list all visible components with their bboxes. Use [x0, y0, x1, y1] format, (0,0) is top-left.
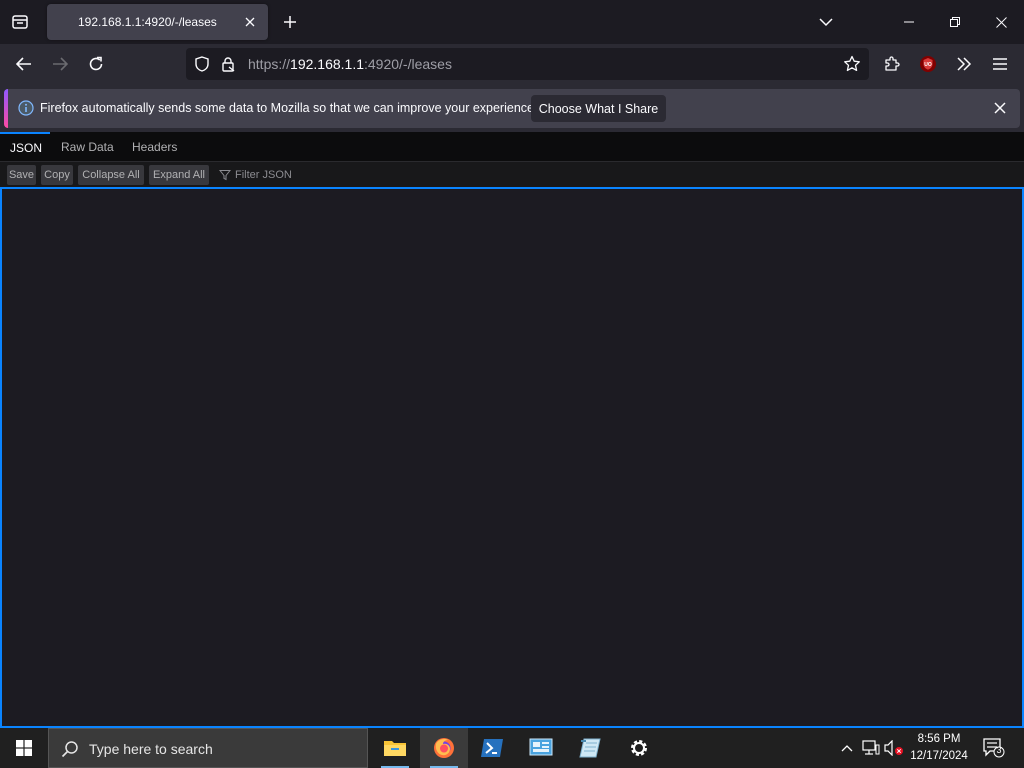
expand-all-button[interactable]: Expand All: [149, 165, 209, 185]
tab-title: 192.168.1.1:4920/-/leases: [78, 15, 217, 29]
taskbar-powershell[interactable]: [468, 728, 516, 768]
notification-accent: [4, 89, 8, 128]
powershell-icon: [481, 739, 503, 757]
url-text[interactable]: https://192.168.1.1:4920/-/leases: [248, 56, 452, 72]
show-hidden-icons-button[interactable]: [837, 738, 857, 758]
info-icon: [18, 100, 34, 116]
gear-icon: [631, 740, 647, 756]
minimize-icon: [904, 21, 914, 23]
choose-what-i-share-button[interactable]: Choose What I Share: [531, 95, 666, 122]
start-button[interactable]: [0, 728, 48, 768]
forward-button[interactable]: [44, 48, 76, 80]
tab-active[interactable]: 192.168.1.1:4920/-/leases: [47, 4, 268, 40]
taskbar-clock[interactable]: 8:56 PM 12/17/2024: [906, 731, 972, 765]
plus-icon: [284, 16, 296, 28]
url-bar[interactable]: https://192.168.1.1:4920/-/leases: [186, 48, 869, 80]
url-host: 192.168.1.1: [290, 56, 364, 72]
notification-close-button[interactable]: [988, 96, 1012, 120]
bookmark-star-icon[interactable]: [843, 55, 861, 73]
search-placeholder: Type here to search: [89, 741, 213, 757]
new-tab-button[interactable]: [276, 8, 304, 36]
reload-icon: [89, 56, 103, 71]
hamburger-menu-icon: [993, 58, 1007, 70]
filter-json-placeholder: Filter JSON: [235, 169, 292, 181]
taskbar-search-box[interactable]: Type here to search: [48, 728, 368, 768]
list-all-tabs-button[interactable]: [812, 8, 840, 36]
filter-json-input[interactable]: Filter JSON: [219, 165, 292, 185]
notification-area: Firefox automatically sends some data to…: [0, 85, 1024, 132]
app-menu-button[interactable]: [984, 48, 1016, 80]
notification-message: Firefox automatically sends some data to…: [40, 101, 538, 115]
arrow-left-icon: [16, 57, 31, 71]
clock-time: 8:56 PM: [917, 733, 961, 745]
chevron-up-icon: [841, 745, 853, 752]
tracking-protection-shield-icon[interactable]: [194, 56, 210, 72]
notepad-icon: [579, 738, 601, 758]
network-icon: [862, 740, 880, 755]
close-window-button[interactable]: [978, 0, 1024, 44]
lock-icon[interactable]: [220, 56, 236, 72]
close-icon: [995, 16, 1007, 28]
control-panel-icon: [529, 738, 553, 756]
puzzle-icon: [885, 56, 900, 71]
taskbar-file-explorer[interactable]: [371, 728, 419, 768]
search-icon: [61, 740, 79, 758]
save-button[interactable]: Save: [7, 165, 36, 185]
restore-button[interactable]: [932, 0, 978, 44]
chevron-down-icon: [819, 18, 833, 27]
close-icon: [245, 17, 255, 27]
ublock-shield-icon: UO: [920, 56, 936, 72]
json-toolbar: Save Copy Collapse All Expand All Filter…: [0, 162, 1024, 187]
json-viewer-tabs: JSON Raw Data Headers: [0, 132, 1024, 162]
tab-strip: 192.168.1.1:4920/-/leases: [0, 0, 1024, 44]
arrow-right-icon: [53, 57, 68, 71]
taskbar-notepad[interactable]: [566, 728, 614, 768]
firefox-logo-icon: [434, 738, 454, 758]
tab-close-button[interactable]: [240, 12, 260, 32]
notification-count-badge: 3: [996, 745, 1002, 755]
clock-date: 12/17/2024: [910, 750, 968, 762]
copy-button[interactable]: Copy: [41, 165, 73, 185]
extensions-button[interactable]: [876, 48, 908, 80]
volume-tray-button[interactable]: [884, 738, 904, 758]
volume-muted-icon: [884, 740, 903, 756]
network-tray-button[interactable]: [861, 738, 881, 758]
chevron-double-right-icon: [957, 57, 972, 71]
tab-headers[interactable]: Headers: [122, 132, 187, 162]
firefox-view-icon: [12, 15, 28, 29]
restore-icon: [950, 17, 960, 27]
folder-icon: [384, 741, 406, 756]
taskbar-firefox[interactable]: [420, 728, 468, 768]
more-tools-button[interactable]: [948, 48, 980, 80]
tab-raw-data[interactable]: Raw Data: [51, 132, 124, 162]
filter-icon: [219, 170, 231, 181]
url-path: :4920/-/leases: [364, 56, 452, 72]
url-scheme: https://: [248, 56, 291, 72]
ublock-origin-button[interactable]: UO: [912, 48, 944, 80]
taskbar: Type here to search 8:56 PM 12/17/2024 3: [0, 728, 1024, 768]
action-center-button[interactable]: 3: [982, 738, 1006, 758]
back-button[interactable]: [8, 48, 40, 80]
reload-button[interactable]: [80, 48, 112, 80]
tab-json[interactable]: JSON: [0, 132, 50, 162]
windows-logo-icon: [16, 740, 32, 756]
firefox-view-button[interactable]: [4, 6, 36, 38]
data-collection-notification: Firefox automatically sends some data to…: [4, 89, 1020, 128]
minimize-button[interactable]: [886, 0, 932, 44]
collapse-all-button[interactable]: Collapse All: [78, 165, 144, 185]
close-icon: [994, 102, 1006, 114]
navigation-toolbar: https://192.168.1.1:4920/-/leases UO: [0, 44, 1024, 85]
taskbar-settings[interactable]: [615, 728, 663, 768]
taskbar-control-panel[interactable]: [517, 728, 565, 768]
json-content-area[interactable]: [0, 187, 1024, 728]
svg-text:UO: UO: [924, 62, 932, 68]
